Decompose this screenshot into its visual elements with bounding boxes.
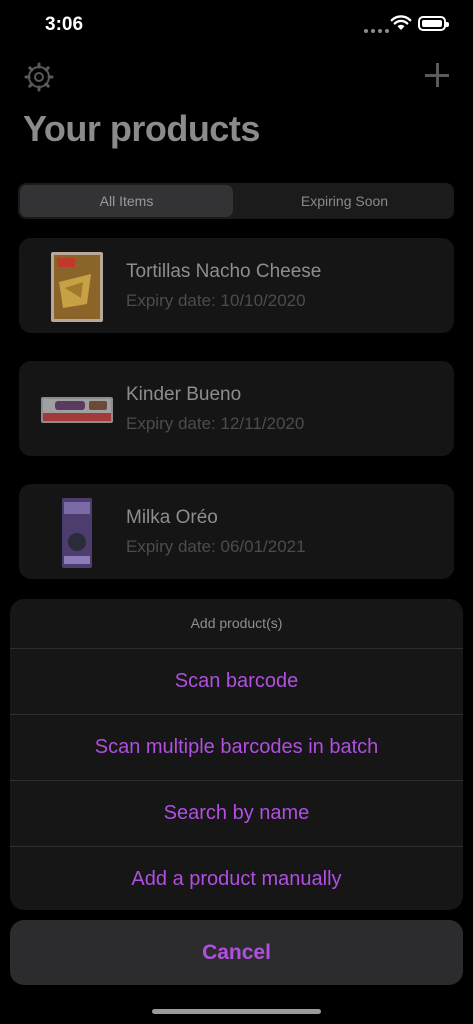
product-expiry: Expiry date: 12/11/2020 (126, 414, 305, 433)
product-card[interactable]: Kinder Bueno Expiry date: 12/11/2020 (19, 361, 454, 456)
cancel-button[interactable]: Cancel (10, 920, 463, 985)
add-manually-button[interactable]: Add a product manually (10, 846, 463, 910)
page-title: Your products (23, 108, 260, 149)
scan-batch-button[interactable]: Scan multiple barcodes in batch (10, 714, 463, 780)
status-bar: 3:06 (0, 0, 473, 50)
product-image (41, 397, 113, 423)
status-time: 3:06 (45, 14, 84, 35)
navigation-bar (0, 50, 473, 106)
product-name: Milka Oréo (126, 507, 218, 528)
search-by-name-button[interactable]: Search by name (10, 780, 463, 846)
product-name: Kinder Bueno (126, 384, 242, 405)
add-product-action-sheet: Add product(s) Scan barcode Scan multipl… (10, 599, 463, 910)
product-card[interactable]: Tortillas Nacho Cheese Expiry date: 10/1… (19, 238, 454, 333)
gear-icon[interactable] (24, 62, 54, 92)
product-image (51, 252, 103, 322)
segment-all-items[interactable]: All Items (20, 185, 233, 217)
cellular-signal-icon (364, 29, 389, 33)
product-name: Tortillas Nacho Cheese (126, 261, 322, 282)
wifi-icon (390, 15, 412, 30)
product-expiry: Expiry date: 06/01/2021 (126, 537, 306, 556)
product-image (62, 498, 92, 568)
action-sheet-title: Add product(s) (190, 615, 283, 631)
product-expiry: Expiry date: 10/10/2020 (126, 291, 306, 310)
product-card[interactable]: Milka Oréo Expiry date: 06/01/2021 (19, 484, 454, 579)
segment-expiring-soon[interactable]: Expiring Soon (237, 185, 452, 217)
scan-barcode-button[interactable]: Scan barcode (10, 648, 463, 714)
battery-icon (418, 16, 449, 31)
plus-icon[interactable] (425, 63, 449, 87)
home-indicator[interactable] (152, 1009, 321, 1014)
filter-segmented-control: All Items Expiring Soon (18, 183, 454, 219)
